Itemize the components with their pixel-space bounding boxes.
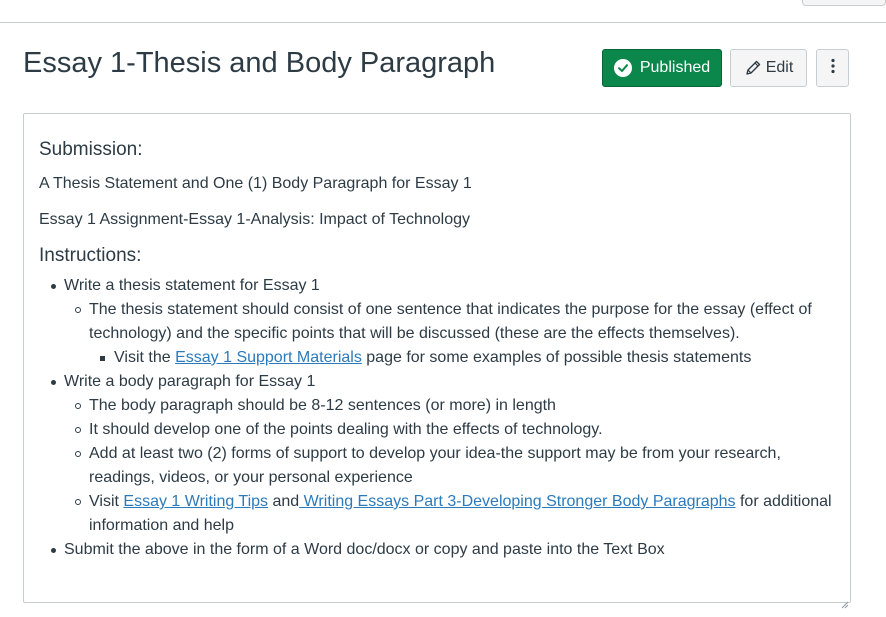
sub-sub-list: Visit the Essay 1 Support Materials page… [89,346,835,370]
list-item: Write a body paragraph for Essay 1 The b… [39,370,835,538]
list-item: The body paragraph should be 8-12 senten… [64,394,835,418]
submission-line-1: A Thesis Statement and One (1) Body Para… [39,175,472,192]
assignment-description: Submission: A Thesis Statement and One (… [23,113,851,609]
check-circle-icon [613,59,632,77]
essay-1-support-materials-link[interactable]: Essay 1 Support Materials [175,349,362,366]
list-item-text: The thesis statement should consist of o… [89,301,812,342]
sub-list: The body paragraph should be 8-12 senten… [64,394,835,538]
list-item: It should develop one of the points deal… [64,418,835,442]
list-item-text: Visit [89,493,124,510]
list-item: Visit the Essay 1 Support Materials page… [89,346,835,370]
list-item: Write a thesis statement for Essay 1 The… [39,274,835,370]
pencil-icon [744,59,762,77]
list-item-text: Visit the [114,349,176,366]
list-item: Visit Essay 1 Writing Tips and Writing E… [64,490,835,538]
list-item: The thesis statement should consist of o… [64,298,835,370]
edit-button[interactable]: Edit [730,49,807,87]
published-button[interactable]: Published [602,49,722,87]
submission-heading: Submission: [39,139,143,160]
developing-stronger-body-paragraphs-link[interactable]: Writing Essays Part 3-Developing Stronge… [299,493,736,510]
top-bar [0,0,886,23]
more-options-button[interactable] [816,49,849,87]
top-bar-button[interactable] [802,0,886,6]
sub-list: The thesis statement should consist of o… [64,298,835,370]
list-item: Submit the above in the form of a Word d… [39,538,835,562]
kebab-menu-icon [830,58,835,79]
page-title: Essay 1-Thesis and Body Paragraph [23,47,496,79]
edit-label: Edit [765,59,794,76]
instructions-heading: Instructions: [39,245,142,266]
submission-line-2: Essay 1 Assignment-Essay 1-Analysis: Imp… [39,211,471,228]
list-item: Add at least two (2) forms of support to… [64,442,835,490]
list-item-text: Write a body paragraph for Essay 1 [64,373,316,390]
essay-1-writing-tips-link[interactable]: Essay 1 Writing Tips [123,493,268,510]
resize-handle-icon[interactable] [841,593,849,609]
list-item-text: and [268,493,300,510]
published-label: Published [639,59,711,76]
list-item-text: Write a thesis statement for Essay 1 [64,277,320,294]
instructions-list: Write a thesis statement for Essay 1 The… [39,274,835,562]
list-item-text: page for some examples of possible thesi… [361,349,752,366]
